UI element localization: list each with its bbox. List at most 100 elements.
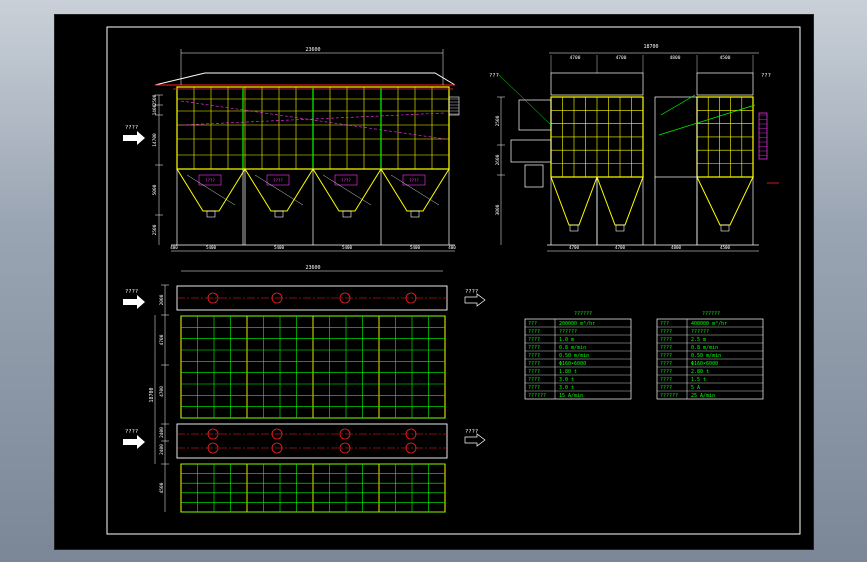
front-inlet-label: ???? [125,125,138,131]
side-hopper-valve [615,224,625,232]
table-cell-label: ??? [528,321,537,327]
table-cell-label: ?????? [660,393,678,399]
table-cell-value: 15 A/min [559,393,583,399]
front-left-dim: 2500 [152,94,158,105]
front-bottom-dim: 400 [448,245,456,250]
table-cell-value: 200000 m³/hr [559,321,595,327]
table-cell-value: 2.80 t [691,369,709,375]
plan-inlet-top-label: ???? [125,289,138,295]
plan-outlet-bottom-arrow-icon [464,433,486,447]
front-bottom-dim: 5400 [410,245,421,250]
front-left-dim: 2500 [152,224,158,235]
table-cell-value: 3.0 t [559,377,574,383]
side-left-dim: 3000 [495,204,501,215]
table-right-title: ?????? [702,311,720,317]
plan-outlet-bottom-label: ???? [465,429,478,435]
front-bottom-dim: 5400 [274,245,285,250]
table-left-title: ?????? [574,311,592,317]
table-cell-label: ???? [528,377,540,383]
table-cell-label: ???? [528,337,540,343]
side-duct-diagonal [660,94,696,116]
front-hopper-tag: ???? [341,178,351,183]
front-hopper-valve [410,210,420,218]
plan-outer-dim: 18700 [149,387,155,402]
plan-inlet-bottom-arrow-icon [123,435,145,449]
front-side-ladder [448,96,460,116]
table-cell-label: ???? [660,329,672,335]
table-cell-label: ???? [528,385,540,391]
table-cell-value: ?????? [691,329,709,335]
front-hopper-tag: ???? [205,178,215,183]
table-cell-value: 0.8 m/min [559,345,586,351]
spec-table-left[interactable]: ?????? ??? 200000 m³/hr?????????????? 1.0 … [524,311,632,400]
side-inlet-duct-lower [510,139,552,163]
side-hopper [550,176,598,226]
side-left-dim: 2500 [495,115,501,126]
table-cell-value: 1.80 t [559,369,577,375]
front-roof-outline [154,72,456,86]
front-left-dim: 5000 [152,184,158,195]
plan-left-dim: 2400 [159,444,165,455]
front-bottom-dim: 5400 [342,245,353,250]
side-left-dim: 2600 [495,154,501,165]
side-top-dim: 4700 [616,55,627,61]
table-cell-value: 0.50 m/min [559,353,589,359]
table-cell-value: Φ160×6000 [559,361,586,367]
side-top-dim: 4500 [720,55,731,61]
spec-table-right[interactable]: ?????? ??? 400000 m³/hr?????????????? 2.5 … [656,311,764,400]
table-cell-label: ???? [528,361,540,367]
side-callout-right: ??? [761,73,771,79]
table-cell-label: ???? [660,369,672,375]
front-left-dim: 1400 [152,104,158,115]
table-cell-value: 0.8 m/min [691,345,718,351]
side-elevation-view[interactable]: 18700 4700 4700 4800 4500 ??? ??? 4700 4700 4… [489,44,779,252]
side-hopper-valve [720,224,730,232]
side-hopper [596,176,644,226]
side-middle-duct [654,96,698,178]
table-cell-label: ???? [660,377,672,383]
side-inlet-duct-upper [518,99,552,131]
table-cell-value: ?????? [559,329,577,335]
plan-left-dim: 4500 [159,482,165,493]
table-cell-label: ?????? [528,393,546,399]
side-callout-left: ??? [489,73,499,79]
table-cell-value: 0.50 m/min [691,353,721,359]
table-cell-value: 1.0 m [559,337,574,343]
front-hopper-valve [274,210,284,218]
table-cell-value: 2.5 m [691,337,706,343]
plan-overall-dim: 23600 [305,265,320,271]
side-right-roof [696,72,754,96]
front-elevation-view[interactable]: 23600 ???????????????? 25001400147005000… [123,47,460,252]
table-cell-label: ???? [528,369,540,375]
side-overall-dim: 18700 [643,44,658,50]
side-bottom-dim: 4500 [720,245,731,250]
side-bypass-duct [524,164,544,188]
plan-bottom-header-duct [176,423,448,459]
plan-outlet-top-arrow-icon [464,293,486,307]
front-hopper-valve [206,210,216,218]
plan-view[interactable]: 23600 18700 2000 4700 4700 2400 2400 4500 ???… [123,265,486,513]
drawing-sheet[interactable]: 23600 ???????????????? 2500 1400 14700 5000… [54,14,814,550]
table-cell-label: ???? [660,353,672,359]
side-callout-leader [658,104,756,136]
side-bottom-dim: 4800 [671,245,682,250]
front-overall-dim: 23600 [305,47,320,53]
table-cell-label: ???? [660,361,672,367]
side-hopper [696,176,754,226]
table-cell-label: ???? [660,345,672,351]
table-cell-value: 1.5 t [691,377,706,383]
side-hopper-valve [569,224,579,232]
cad-drawing-canvas[interactable]: 23600 ???????????????? 25001400147005000… [55,15,813,549]
table-cell-label: ???? [528,345,540,351]
table-cell-label: ???? [528,353,540,359]
front-bottom-dim: 400 [170,245,178,250]
plan-left-dim: 4700 [159,334,165,345]
front-hopper-tag: ???? [273,178,283,183]
front-hopper-valve [342,210,352,218]
side-bottom-dim: 4700 [615,245,626,250]
side-top-dim: 4700 [570,55,581,61]
side-left-roof [550,72,644,96]
table-cell-value: 25 A/min [691,393,715,399]
side-bottom-dim: 4700 [569,245,580,250]
plan-left-dim: 2000 [159,294,165,305]
